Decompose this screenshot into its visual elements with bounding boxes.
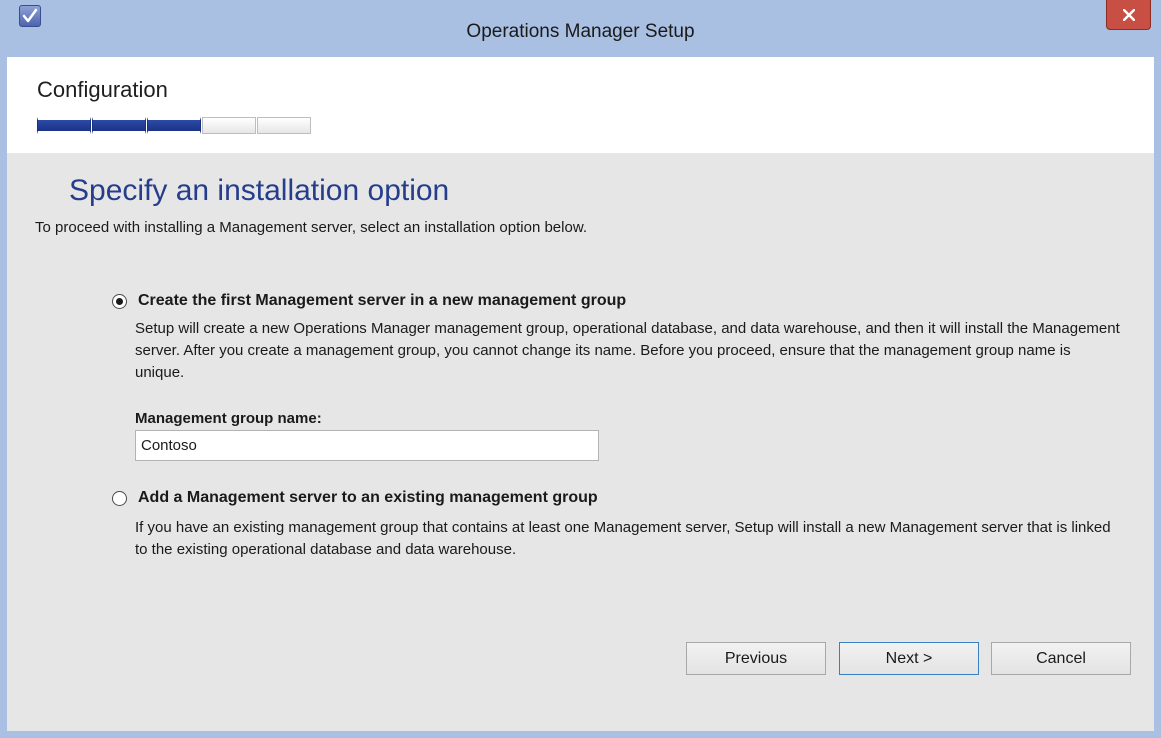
progress-step-pending (257, 117, 311, 134)
progress-step-pending (202, 117, 256, 134)
cancel-button[interactable]: Cancel (991, 642, 1131, 675)
management-group-name-input[interactable] (135, 430, 599, 461)
option-new-management-group-description: Setup will create a new Operations Manag… (135, 320, 1120, 381)
title-bar[interactable]: Operations Manager Setup (7, 0, 1154, 57)
option-existing-management-group-label: Add a Management server to an existing m… (138, 489, 598, 506)
next-button[interactable]: Next > (839, 642, 979, 675)
section-title: Configuration (37, 77, 168, 102)
wizard-header: Configuration (7, 57, 1154, 153)
intro-text: To proceed with installing a Management … (35, 219, 587, 236)
window-title: Operations Manager Setup (466, 21, 695, 42)
option-existing-management-group-description: If you have an existing management group… (135, 519, 1111, 558)
previous-button[interactable]: Previous (686, 642, 826, 675)
progress-step-complete (37, 117, 91, 134)
progress-step-complete (92, 117, 146, 134)
management-group-name-label: Management group name: (135, 410, 322, 427)
wizard-content: Specify an installation option To procee… (7, 153, 1154, 731)
option-new-management-group[interactable]: Create the first Management server in a … (112, 292, 626, 310)
close-icon (1123, 9, 1135, 21)
option-new-management-group-label: Create the first Management server in a … (138, 292, 627, 309)
close-button[interactable] (1106, 0, 1151, 30)
option-existing-management-group-radio[interactable] (112, 490, 127, 506)
progress-step-complete (147, 117, 201, 134)
option-new-management-group-radio[interactable] (112, 293, 127, 309)
page-title: Specify an installation option (69, 174, 450, 207)
option-existing-management-group[interactable]: Add a Management server to an existing m… (112, 489, 598, 507)
setup-window: Operations Manager Setup Configuration S… (0, 0, 1161, 738)
progress-bar (37, 117, 312, 134)
